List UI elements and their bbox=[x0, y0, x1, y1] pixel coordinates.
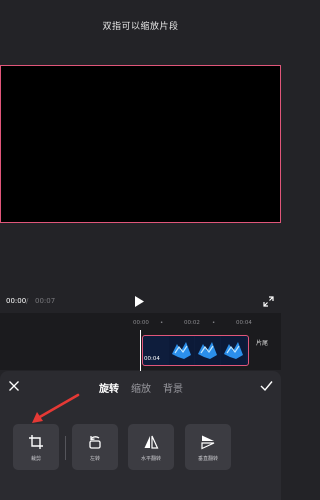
clip-thumbnail bbox=[195, 336, 220, 365]
time-separator: / bbox=[26, 297, 29, 305]
ruler-label: 00:00 bbox=[133, 320, 149, 326]
video-preview[interactable] bbox=[0, 65, 281, 223]
check-icon[interactable] bbox=[260, 380, 273, 392]
tab-background[interactable]: 背景 bbox=[163, 380, 183, 395]
ruler-label: 00:04 bbox=[236, 320, 252, 326]
crop-button[interactable]: 裁剪 bbox=[13, 424, 59, 470]
playhead[interactable] bbox=[140, 330, 141, 372]
red-arrow-icon bbox=[32, 393, 80, 423]
play-icon[interactable] bbox=[133, 295, 145, 308]
ending-clip-label[interactable]: 片尾 bbox=[256, 338, 268, 347]
close-icon[interactable] bbox=[8, 380, 20, 392]
ruler-label: 00:02 bbox=[184, 320, 200, 326]
total-time: 00:07 bbox=[35, 297, 56, 305]
rotate-left-button[interactable]: 左转 bbox=[72, 424, 118, 470]
flip-horizontal-button[interactable]: 水平翻转 bbox=[128, 424, 174, 470]
rotate-left-icon bbox=[89, 436, 101, 449]
fullscreen-icon[interactable] bbox=[263, 296, 274, 307]
ruler-dot: • bbox=[160, 320, 164, 326]
clip-duration: 00:04 bbox=[144, 356, 160, 362]
tool-label: 左转 bbox=[89, 456, 100, 462]
flip-horizontal-icon bbox=[144, 435, 159, 449]
clip-thumbnail bbox=[221, 336, 246, 365]
tab-rotate[interactable]: 旋转 bbox=[99, 380, 119, 395]
crop-icon bbox=[29, 435, 43, 449]
current-time: 00:00 bbox=[6, 297, 27, 305]
gesture-hint: 双指可以缩放片段 bbox=[102, 22, 179, 32]
tool-label: 裁剪 bbox=[30, 456, 41, 462]
ruler-dot: • bbox=[212, 320, 216, 326]
tool-divider bbox=[65, 436, 66, 460]
flip-vertical-button[interactable]: 垂直翻转 bbox=[185, 424, 231, 470]
flip-vertical-icon bbox=[201, 435, 215, 450]
clip-thumbnail bbox=[169, 336, 194, 365]
tab-scale[interactable]: 缩放 bbox=[131, 380, 151, 395]
tool-label: 垂直翻转 bbox=[197, 456, 218, 462]
tool-label: 水平翻转 bbox=[140, 456, 161, 462]
